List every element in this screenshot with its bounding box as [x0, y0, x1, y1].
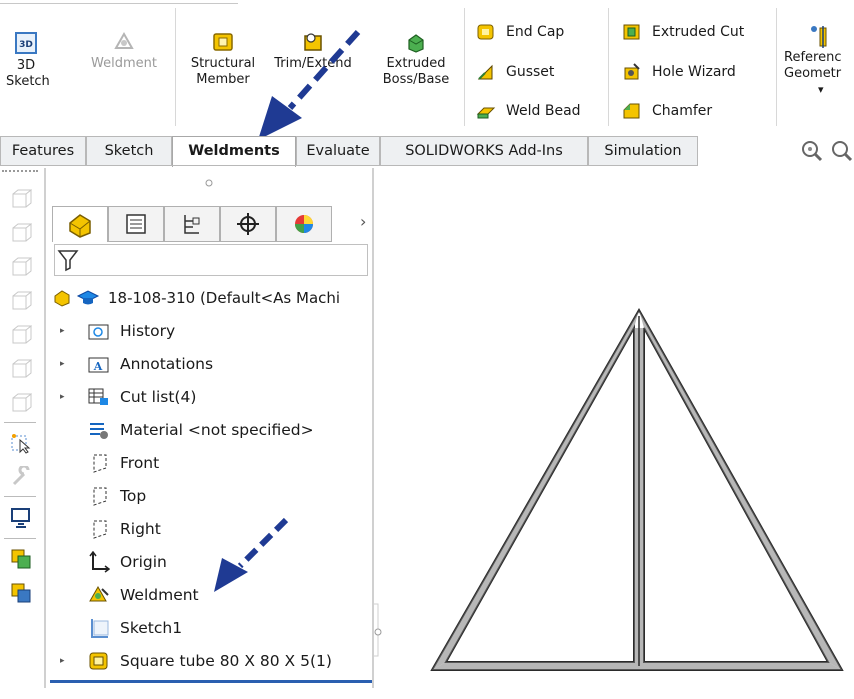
view-back-icon[interactable]: [10, 256, 32, 278]
tab-add-ins-label: SOLIDWORKS Add-Ins: [405, 143, 563, 159]
zoom-to-fit-icon[interactable]: [800, 140, 854, 164]
tab-weldments[interactable]: Weldments: [172, 136, 296, 167]
strip-divider: [4, 496, 36, 497]
graphics-viewport[interactable]: [376, 168, 854, 695]
command-manager-tabs: Features Sketch Weldments Evaluate SOLID…: [0, 136, 854, 167]
triangle-weldment-frame: [430, 307, 844, 671]
annotation-arrow-weldment: [214, 517, 289, 592]
view-isometric-icon[interactable]: [10, 392, 32, 414]
tabs-baseline: [0, 165, 698, 166]
tab-solidworks-add-ins[interactable]: SOLIDWORKS Add-Ins: [380, 136, 588, 165]
tab-sketch-label: Sketch: [104, 143, 154, 159]
view-right-icon[interactable]: [10, 324, 32, 346]
strip-divider: [4, 538, 36, 539]
tab-sketch[interactable]: Sketch: [86, 136, 172, 165]
tab-evaluate[interactable]: Evaluate: [296, 136, 380, 165]
tab-simulation-label: Simulation: [604, 143, 682, 159]
left-toolbar-strip: [0, 170, 42, 695]
tab-features-label: Features: [11, 143, 75, 159]
view-orientation-icon[interactable]: [10, 188, 32, 210]
appearance-icon[interactable]: [10, 548, 32, 570]
view-top-icon[interactable]: [10, 358, 32, 380]
view-front-icon[interactable]: [10, 222, 32, 244]
feature-manager-panel: › 18-108-310 (Default<As Machi ▸ History…: [44, 168, 374, 695]
tab-simulation[interactable]: Simulation: [588, 136, 698, 165]
tools-wrench-icon[interactable]: [10, 466, 32, 488]
command-manager-ribbon: 3D 3D Sketch Weldment Structural Member …: [0, 0, 854, 140]
tab-weldments-label: Weldments: [188, 143, 280, 159]
tab-features[interactable]: Features: [0, 136, 86, 165]
scene-icon[interactable]: [10, 582, 32, 604]
view-left-icon[interactable]: [10, 290, 32, 312]
tab-evaluate-label: Evaluate: [306, 143, 370, 159]
select-cursor-icon[interactable]: [10, 432, 32, 454]
display-monitor-icon[interactable]: [10, 506, 32, 528]
strip-divider: [4, 422, 36, 423]
strip-grip: [2, 170, 38, 174]
